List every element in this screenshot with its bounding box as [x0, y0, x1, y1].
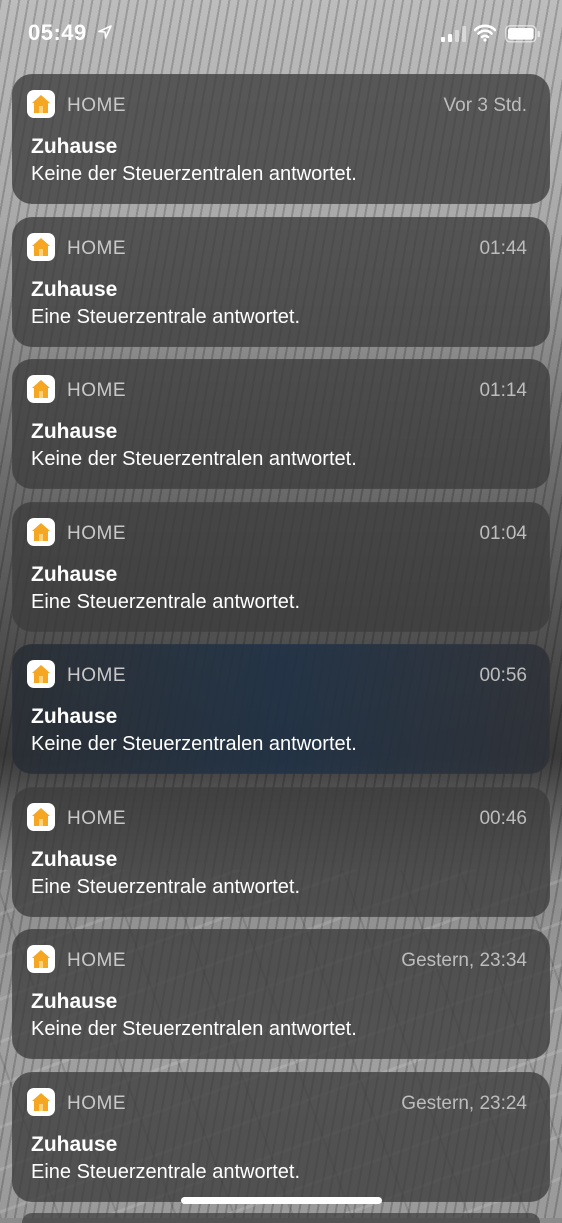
- notification-app-name: HOME: [67, 237, 126, 259]
- home-app-icon: [27, 945, 55, 973]
- notification-body: Keine der Steuerzentralen antwortet.: [31, 448, 357, 470]
- notification-app-name: HOME: [67, 522, 126, 544]
- notification-app-name: HOME: [67, 665, 126, 686]
- notification-time: 00:56: [479, 665, 527, 686]
- notification-app-name: HOME: [67, 807, 126, 829]
- home-app-icon: [27, 660, 55, 688]
- notification-list: HOME Vor 3 Std. Zuhause Keine der Steuer…: [12, 74, 550, 1214]
- notification-title: Zuhause: [31, 990, 118, 1013]
- notification-title: Zuhause: [31, 1132, 118, 1156]
- notification-time: 01:44: [479, 237, 527, 259]
- notification-body: Eine Steuerzentrale antwortet.: [31, 875, 301, 898]
- home-app-icon: [27, 232, 55, 261]
- home-app-icon: [27, 90, 55, 118]
- notification-app-name: HOME: [67, 380, 126, 401]
- cellular-signal-icon: [441, 26, 466, 42]
- notification-time: 00:46: [479, 807, 527, 829]
- notification-app-name: HOME: [67, 95, 126, 116]
- notification-title: Zuhause: [31, 277, 118, 301]
- notification-app-name: HOME: [67, 950, 126, 971]
- notification-time: Vor 3 Std.: [443, 95, 527, 116]
- notification-body: Keine der Steuerzentralen antwortet.: [31, 163, 357, 185]
- notification-title: Zuhause: [31, 705, 118, 728]
- notification-card[interactable]: HOME 00:46 Zuhause Eine Steuerzentrale a…: [12, 786, 550, 917]
- notification-body: Eine Steuerzentrale antwortet.: [31, 1160, 301, 1183]
- battery-icon: [505, 25, 540, 43]
- notification-body: Keine der Steuerzentralen antwortet.: [31, 1018, 357, 1040]
- notification-time: 01:14: [479, 380, 527, 401]
- home-app-icon: [27, 517, 55, 546]
- home-app-icon: [27, 375, 55, 403]
- notification-body: Keine der Steuerzentralen antwortet.: [31, 733, 357, 755]
- notification-title: Zuhause: [31, 420, 118, 443]
- notification-app-name: HOME: [67, 1092, 126, 1114]
- wifi-icon: [474, 24, 496, 42]
- status-time: 05:49: [28, 20, 87, 45]
- home-indicator[interactable]: [181, 1197, 382, 1204]
- notification-card[interactable]: HOME Vor 3 Std. Zuhause Keine der Steuer…: [12, 74, 550, 204]
- notification-card[interactable]: HOME Gestern, 23:34 Zuhause Keine der St…: [12, 929, 550, 1059]
- notification-body: Eine Steuerzentrale antwortet.: [31, 590, 301, 613]
- notification-time: Gestern, 23:24: [401, 1092, 527, 1114]
- notification-body: Eine Steuerzentrale antwortet.: [31, 305, 301, 328]
- notification-card[interactable]: HOME 00:56 Zuhause Keine der Steuerzentr…: [12, 644, 550, 774]
- notification-card[interactable]: HOME Gestern, 23:24 Zuhause Eine Steuerz…: [12, 1071, 550, 1202]
- notification-card[interactable]: HOME 01:14 Zuhause Keine der Steuerzentr…: [12, 359, 550, 489]
- notification-card[interactable]: HOME 01:44 Zuhause Eine Steuerzentrale a…: [12, 216, 550, 347]
- home-app-icon: [27, 802, 55, 831]
- notification-title: Zuhause: [31, 847, 118, 871]
- notification-time: Gestern, 23:34: [401, 950, 527, 971]
- location-arrow-icon: [98, 25, 112, 39]
- notification-card[interactable]: HOME 01:04 Zuhause Eine Steuerzentrale a…: [12, 501, 550, 632]
- notification-title: Zuhause: [31, 562, 118, 586]
- home-app-icon: [27, 1087, 55, 1116]
- notification-time: 01:04: [479, 522, 527, 544]
- next-notification-peek[interactable]: [22, 1213, 540, 1223]
- status-bar: 05:49: [0, 0, 562, 66]
- notification-title: Zuhause: [31, 135, 118, 158]
